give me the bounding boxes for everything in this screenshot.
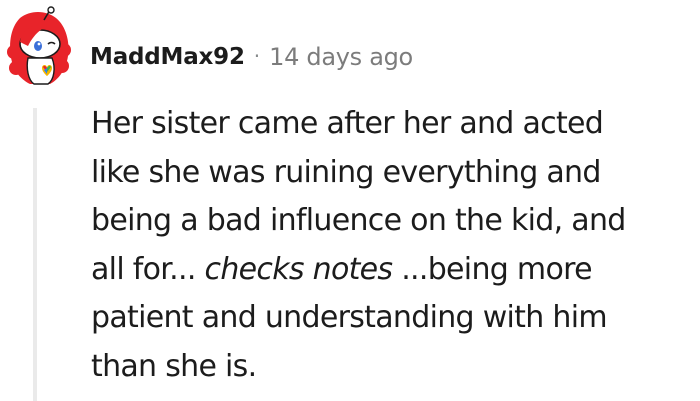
comment-body-text: all for... xyxy=(91,251,205,287)
username-link[interactable]: MaddMax92 xyxy=(90,44,245,70)
timestamp[interactable]: 14 days ago xyxy=(269,43,413,71)
thread-collapse-line[interactable] xyxy=(33,108,37,401)
comment: MaddMax92 · 14 days ago Her sister came … xyxy=(0,0,700,401)
comment-body-line: patient and understanding with him xyxy=(91,300,608,335)
separator-dot: · xyxy=(253,44,261,68)
comment-meta: MaddMax92 · 14 days ago xyxy=(90,40,413,74)
comment-body-italic: checks notes xyxy=(204,251,394,287)
comment-body-text: ...being more xyxy=(392,251,592,287)
comment-body-line: all for... checks notes ...being more xyxy=(91,246,691,295)
comment-body-line: Her sister came after her and acted xyxy=(91,106,604,141)
comment-body: Her sister came after her and acted like… xyxy=(91,100,691,391)
comment-body-line: being a bad influence on the kid, and xyxy=(91,203,626,238)
comment-body-line: like she was ruining everything and xyxy=(91,154,601,190)
snoo-avatar-icon[interactable] xyxy=(6,6,72,88)
comment-body-line: than she is. xyxy=(91,348,257,384)
